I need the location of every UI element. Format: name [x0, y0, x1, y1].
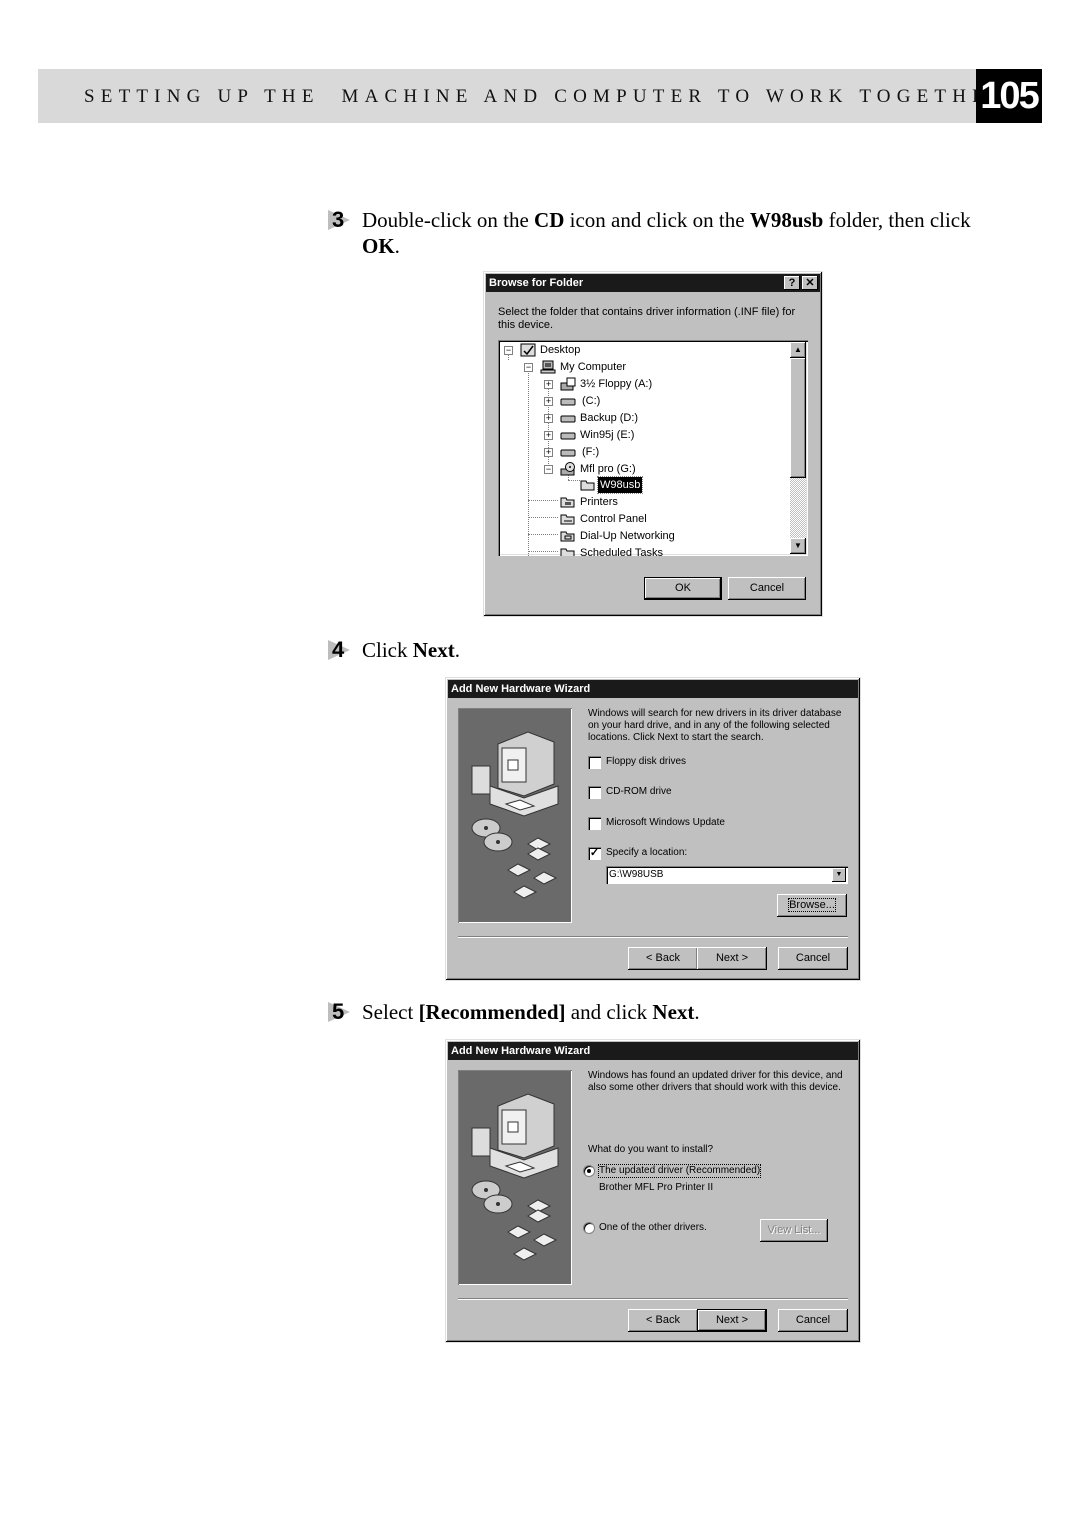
wizard-description: Windows has found an updated driver for …: [588, 1070, 843, 1093]
step-number-badge: 5: [328, 999, 352, 1024]
back-button[interactable]: < Back: [628, 1309, 698, 1332]
scroll-up-button[interactable]: ▲: [790, 342, 806, 358]
computer-icon: [540, 360, 556, 374]
other-drivers-radio[interactable]: [583, 1222, 595, 1234]
ok-button[interactable]: OK: [644, 577, 722, 600]
wizard-illustration: [458, 1070, 572, 1285]
add-new-hardware-wizard-driver-choice: Add New Hardware Wizard Windows has foun…: [445, 1039, 861, 1343]
running-header-title: SETTING UP THE MACHINE AND COMPUTER TO W…: [84, 86, 1009, 107]
tree-guide-line: [528, 517, 558, 518]
next-button[interactable]: Next >: [697, 947, 767, 970]
tree-guide-line: [528, 551, 558, 552]
folder-open-icon: [580, 480, 595, 491]
windows-update-checkbox[interactable]: [588, 817, 601, 830]
tree-scrollbar[interactable]: ▲ ▼: [790, 342, 806, 554]
help-button[interactable]: ?: [784, 276, 800, 290]
location-combobox[interactable]: G:\W98USB ▼: [606, 866, 848, 884]
collapse-icon[interactable]: −: [524, 363, 533, 372]
wizard-illustration: [458, 708, 572, 923]
hard-drive-icon: [560, 432, 576, 440]
hard-drive-icon: [560, 398, 576, 406]
dialog-titlebar: Add New Hardware Wizard: [448, 680, 858, 698]
scroll-down-button[interactable]: ▼: [790, 538, 806, 554]
browse-for-folder-dialog: Browse for Folder ? ✕ Select the folder …: [483, 271, 823, 617]
specify-location-checkbox[interactable]: ✓: [588, 847, 601, 860]
tree-guide-line: [528, 534, 558, 535]
wizard-body: Windows has found an updated driver for …: [583, 1070, 850, 1234]
floppy-drive-icon: [560, 377, 576, 391]
step-4-text: Click Next.: [362, 638, 460, 662]
desktop-icon: [520, 343, 536, 357]
location-value: G:\W98USB: [609, 869, 664, 880]
floppy-checkbox[interactable]: [588, 756, 601, 769]
wizard-description: Windows will search for new drivers in i…: [588, 708, 842, 743]
updated-driver-radio[interactable]: [583, 1165, 595, 1177]
dropdown-arrow-icon[interactable]: ▼: [832, 868, 846, 882]
step-number-badge: 4: [328, 637, 352, 662]
install-question: What do you want to install?: [588, 1144, 714, 1155]
option-windows-update[interactable]: Microsoft Windows Update: [588, 817, 850, 833]
collapse-icon[interactable]: −: [504, 346, 513, 355]
option-other-drivers[interactable]: One of the other drivers.: [583, 1222, 753, 1238]
separator: [458, 936, 848, 938]
dialog-title: Browse for Folder: [489, 277, 584, 289]
close-button[interactable]: ✕: [802, 276, 818, 290]
tree-guide-line: [568, 480, 580, 481]
folder-tree[interactable]: − Desktop − My Computer + 3½ Floppy (A:)…: [498, 340, 808, 556]
hard-drive-icon: [560, 449, 576, 457]
dialog-title: Add New Hardware Wizard: [451, 1045, 591, 1057]
expand-icon[interactable]: +: [544, 397, 553, 406]
back-button[interactable]: < Back: [628, 947, 698, 970]
expand-icon[interactable]: +: [544, 414, 553, 423]
expand-icon[interactable]: +: [544, 380, 553, 389]
cancel-button[interactable]: Cancel: [778, 1309, 848, 1332]
cancel-button[interactable]: Cancel: [778, 947, 848, 970]
option-specify-location[interactable]: ✓ Specify a location:: [588, 847, 850, 863]
cd-drive-icon: [560, 462, 575, 476]
tree-guide-line: [528, 500, 558, 501]
control-panel-icon: [560, 514, 575, 525]
option-cdrom[interactable]: CD-ROM drive: [588, 786, 850, 802]
dialup-networking-icon: [560, 531, 575, 542]
computer-and-disks-icon: [471, 731, 559, 899]
recommended-driver-name: Brother MFL Pro Printer II: [599, 1182, 714, 1193]
scroll-thumb[interactable]: [790, 358, 806, 478]
add-new-hardware-wizard-search: Add New Hardware Wizard Windows will sea…: [445, 677, 861, 981]
option-floppy[interactable]: Floppy disk drives: [588, 756, 850, 772]
page-number: 105: [976, 69, 1042, 123]
dialog-titlebar: Add New Hardware Wizard: [448, 1042, 858, 1060]
browse-button[interactable]: Browse...: [777, 894, 847, 917]
cdrom-checkbox[interactable]: [588, 786, 601, 799]
dialog-description: Select the folder that contains driver i…: [498, 306, 796, 331]
cancel-button[interactable]: Cancel: [728, 577, 806, 600]
hard-drive-icon: [560, 415, 576, 423]
step-3-text: Double-click on the CD icon and click on…: [362, 208, 971, 258]
printers-folder-icon: [560, 497, 575, 508]
dialog-title: Add New Hardware Wizard: [451, 683, 591, 695]
option-updated-driver[interactable]: The updated driver (Recommended): [583, 1164, 845, 1181]
expand-icon[interactable]: +: [544, 448, 553, 457]
separator: [458, 1298, 848, 1300]
computer-and-disks-icon: [471, 1093, 559, 1261]
expand-icon[interactable]: +: [544, 431, 553, 440]
collapse-icon[interactable]: −: [544, 465, 553, 474]
tree-guide-line: [528, 368, 529, 556]
next-button[interactable]: Next >: [697, 1309, 767, 1332]
step-5-text: Select [Recommended] and click Next.: [362, 1000, 700, 1024]
view-list-button[interactable]: View List...: [760, 1219, 828, 1242]
scheduled-tasks-icon: [560, 548, 575, 556]
wizard-body: Windows will search for new drivers in i…: [588, 708, 850, 884]
step-number-badge: 3: [328, 207, 352, 232]
dialog-titlebar: Browse for Folder ? ✕: [486, 274, 820, 292]
